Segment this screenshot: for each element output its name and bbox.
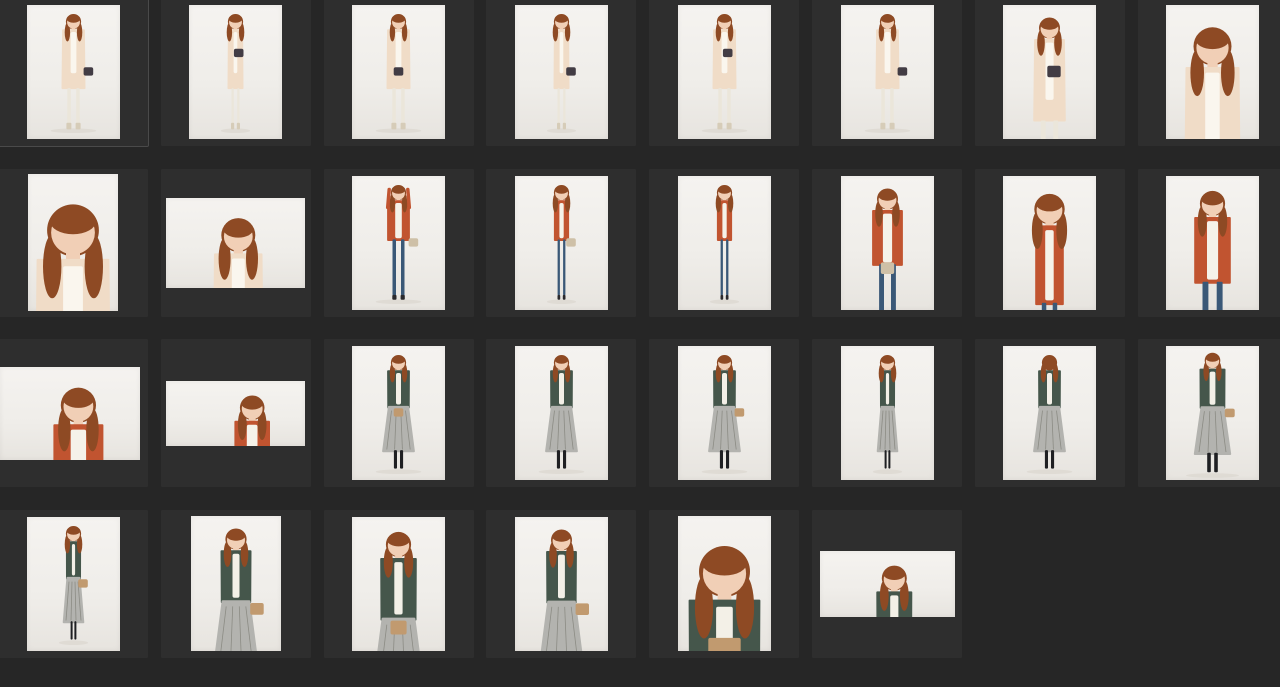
thumbnail-image (678, 346, 771, 480)
model-figure-graphic (678, 176, 771, 310)
photo-thumbnail[interactable] (649, 510, 799, 658)
model-figure-graphic (841, 176, 934, 310)
model-figure-graphic (678, 346, 771, 480)
photo-thumbnail[interactable] (324, 510, 474, 658)
model-figure-graphic (352, 176, 445, 310)
model-figure-graphic (678, 516, 771, 651)
model-figure-graphic (28, 174, 118, 311)
model-figure-graphic (515, 517, 608, 651)
thumbnail-image (27, 5, 120, 139)
thumbnail-image (166, 198, 305, 288)
thumbnail-image (191, 516, 281, 651)
thumbnail-image (1003, 176, 1096, 310)
photo-thumbnail[interactable] (324, 339, 474, 487)
model-figure-graphic (1003, 5, 1096, 139)
photo-thumbnail[interactable] (812, 169, 962, 317)
model-figure-graphic (515, 5, 608, 139)
model-figure-graphic (820, 551, 955, 617)
model-figure-graphic (841, 5, 934, 139)
model-figure-graphic (1166, 176, 1259, 310)
photo-thumbnail[interactable] (161, 510, 311, 658)
thumbnail-image (515, 517, 608, 651)
photo-thumbnail[interactable] (324, 0, 474, 146)
model-figure-graphic (191, 516, 281, 651)
thumbnail-image (820, 551, 955, 617)
photo-thumbnail[interactable] (812, 0, 962, 146)
thumbnail-image (841, 5, 934, 139)
photo-thumbnail[interactable] (975, 169, 1125, 317)
thumbnail-image (352, 346, 445, 480)
photo-thumbnail[interactable] (486, 0, 636, 146)
model-figure-graphic (1166, 5, 1259, 139)
model-figure-graphic (1003, 176, 1096, 310)
photo-thumbnail[interactable] (1138, 339, 1280, 487)
photo-thumbnail[interactable] (161, 339, 311, 487)
photo-thumbnail[interactable] (0, 0, 148, 146)
photo-thumbnail[interactable] (649, 0, 799, 146)
photo-thumbnail[interactable] (975, 0, 1125, 146)
photo-thumbnail[interactable] (649, 339, 799, 487)
thumbnail-image (352, 176, 445, 310)
thumbnail-image (1166, 5, 1259, 139)
model-figure-graphic (515, 176, 608, 310)
model-figure-graphic (352, 517, 445, 651)
photo-thumbnail[interactable] (1138, 169, 1280, 317)
model-figure-graphic (1166, 346, 1259, 480)
thumbnail-image (678, 516, 771, 651)
thumbnail-image (515, 5, 608, 139)
photo-thumbnail[interactable] (975, 339, 1125, 487)
model-figure-graphic (0, 367, 140, 460)
model-figure-graphic (841, 346, 934, 480)
thumbnail-image (841, 346, 934, 480)
thumbnail-image (352, 517, 445, 651)
photo-thumbnail[interactable] (161, 0, 311, 146)
photo-thumbnail[interactable] (812, 510, 962, 658)
model-figure-graphic (27, 5, 120, 139)
thumbnail-image (189, 5, 282, 139)
photo-thumbnail[interactable] (486, 339, 636, 487)
model-figure-graphic (27, 517, 120, 651)
thumbnail-image (1166, 346, 1259, 480)
thumbnail-image (678, 5, 771, 139)
thumbnail-image (0, 367, 140, 460)
thumbnail-image (515, 176, 608, 310)
model-figure-graphic (189, 5, 282, 139)
model-figure-graphic (166, 198, 305, 288)
model-figure-graphic (166, 381, 305, 446)
model-figure-graphic (678, 5, 771, 139)
photo-thumbnail[interactable] (324, 169, 474, 317)
photo-thumbnail[interactable] (649, 169, 799, 317)
model-figure-graphic (352, 346, 445, 480)
thumbnail-image (1166, 176, 1259, 310)
thumbnail-image (841, 176, 934, 310)
photo-thumbnail[interactable] (486, 169, 636, 317)
model-figure-graphic (1003, 346, 1096, 480)
photo-thumbnail[interactable] (812, 339, 962, 487)
thumbnail-image (352, 5, 445, 139)
model-figure-graphic (515, 346, 608, 480)
model-figure-graphic (352, 5, 445, 139)
thumbnail-image (27, 517, 120, 651)
thumbnail-image (28, 174, 118, 311)
photo-thumbnail[interactable] (0, 510, 148, 658)
photo-thumbnail[interactable] (161, 169, 311, 317)
photo-thumbnail[interactable] (0, 339, 148, 487)
thumbnail-image (678, 176, 771, 310)
thumbnail-image (515, 346, 608, 480)
thumbnail-image (166, 381, 305, 446)
thumbnail-image (1003, 5, 1096, 139)
photo-thumbnail[interactable] (1138, 0, 1280, 146)
photo-grid (0, 0, 1280, 687)
photo-thumbnail[interactable] (0, 169, 148, 317)
photo-thumbnail[interactable] (486, 510, 636, 658)
thumbnail-image (1003, 346, 1096, 480)
